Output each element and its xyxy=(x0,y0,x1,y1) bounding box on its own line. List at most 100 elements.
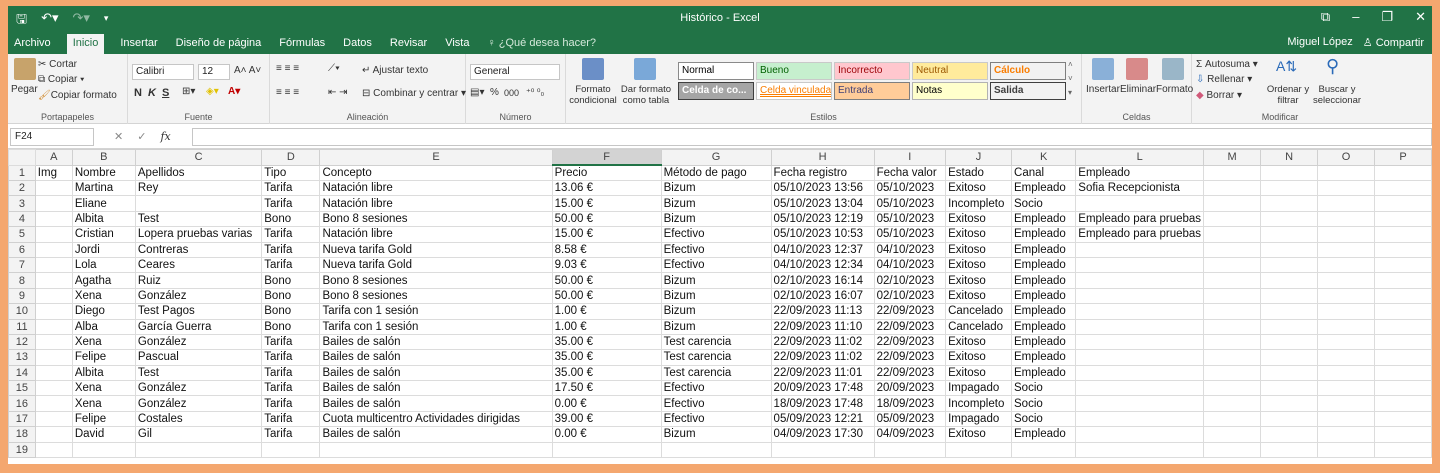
cell-j12[interactable]: Exitoso xyxy=(945,333,1013,351)
cell-d1[interactable]: Tipo xyxy=(261,164,321,181)
cell-e9[interactable]: Bono 8 sesiones xyxy=(319,287,553,305)
font-color-icon[interactable]: A▾ xyxy=(228,86,240,97)
cell-e13[interactable]: Bailes de salón xyxy=(319,349,553,366)
cell-l12[interactable] xyxy=(1075,333,1205,351)
cell-p5[interactable] xyxy=(1374,226,1432,243)
cell-l9[interactable] xyxy=(1075,287,1205,305)
copy-button[interactable]: ⧉ Copiar ▾ xyxy=(38,74,84,85)
cell-h14[interactable]: 22/09/2023 11:01 xyxy=(770,364,875,382)
cell-i3[interactable]: 05/10/2023 xyxy=(873,195,947,212)
user-name[interactable]: Miguel López xyxy=(1287,36,1352,49)
cell-i14[interactable]: 22/09/2023 xyxy=(873,364,947,382)
cell-p18[interactable] xyxy=(1374,426,1432,443)
cell-b7[interactable]: Lola xyxy=(71,256,136,274)
tab-datos[interactable]: Datos xyxy=(341,36,374,54)
cell-p17[interactable] xyxy=(1374,410,1432,428)
column-header-g[interactable]: G xyxy=(660,149,772,166)
thousands-button[interactable]: 000 xyxy=(504,88,519,98)
cell-k14[interactable]: Empleado xyxy=(1011,364,1077,382)
cell-e7[interactable]: Nueva tarifa Gold xyxy=(319,256,553,274)
format-painter-button[interactable]: 🖌Copiar formato xyxy=(38,90,117,101)
cell-e5[interactable]: Natación libre xyxy=(319,226,553,243)
cell-c16[interactable]: González xyxy=(134,395,263,412)
find-select-button[interactable]: Buscar y seleccionar xyxy=(1308,84,1366,106)
row-header[interactable]: 10 xyxy=(8,303,36,320)
cell-c15[interactable]: González xyxy=(134,380,263,397)
cell-k19[interactable] xyxy=(1011,441,1077,459)
cell-g13[interactable]: Test carencia xyxy=(660,349,772,366)
cell-p9[interactable] xyxy=(1374,287,1432,305)
cell-o19[interactable] xyxy=(1317,441,1376,459)
cell-g2[interactable]: Bizum xyxy=(660,179,772,197)
row-header[interactable]: 5 xyxy=(8,226,36,243)
cell-c11[interactable]: García Guerra xyxy=(134,318,263,335)
cell-h10[interactable]: 22/09/2023 11:13 xyxy=(770,303,875,320)
row-header[interactable]: 11 xyxy=(8,318,36,335)
name-box[interactable]: F24 xyxy=(10,128,94,146)
cell-o15[interactable] xyxy=(1317,380,1376,397)
cell-g11[interactable]: Bizum xyxy=(660,318,772,335)
cell-g15[interactable]: Efectivo xyxy=(660,380,772,397)
cell-g19[interactable] xyxy=(660,441,772,459)
cell-k15[interactable]: Socio xyxy=(1011,380,1077,397)
cell-d3[interactable]: Tarifa xyxy=(261,195,321,212)
cell-e15[interactable]: Bailes de salón xyxy=(319,380,553,397)
cell-d2[interactable]: Tarifa xyxy=(261,179,321,197)
cell-l13[interactable] xyxy=(1075,349,1205,366)
cell-c5[interactable]: Lopera pruebas varias xyxy=(134,226,263,243)
cell-k16[interactable]: Socio xyxy=(1011,395,1077,412)
cell-h9[interactable]: 02/10/2023 16:07 xyxy=(770,287,875,305)
cell-style-celda-vinculada[interactable]: Celda vinculada xyxy=(756,82,832,100)
cell-f14[interactable]: 35.00 € xyxy=(551,364,662,382)
cell-h8[interactable]: 02/10/2023 16:14 xyxy=(770,272,875,289)
cell-h5[interactable]: 05/10/2023 10:53 xyxy=(770,226,875,243)
cell-i9[interactable]: 02/10/2023 xyxy=(873,287,947,305)
cell-e4[interactable]: Bono 8 sesiones xyxy=(319,210,553,228)
cell-e6[interactable]: Nueva tarifa Gold xyxy=(319,241,553,258)
cell-a15[interactable] xyxy=(34,380,73,397)
cancel-icon[interactable]: ✕ xyxy=(114,130,123,143)
cell-f17[interactable]: 39.00 € xyxy=(551,410,662,428)
cell-h3[interactable]: 05/10/2023 13:04 xyxy=(770,195,875,212)
cell-d10[interactable]: Bono xyxy=(261,303,321,320)
cell-n18[interactable] xyxy=(1260,426,1319,443)
cell-f19[interactable] xyxy=(551,441,662,459)
column-header-i[interactable]: I xyxy=(873,149,947,166)
cell-d19[interactable] xyxy=(261,441,321,459)
cell-k9[interactable]: Empleado xyxy=(1011,287,1077,305)
cell-l17[interactable] xyxy=(1075,410,1205,428)
tab-vista[interactable]: Vista xyxy=(443,36,471,54)
bold-button[interactable]: N xyxy=(134,87,142,99)
fill-color-icon[interactable]: ◈▾ xyxy=(206,86,219,97)
row-header[interactable]: 17 xyxy=(8,410,36,428)
insert-function-button[interactable]: fx xyxy=(160,130,170,143)
cell-d13[interactable]: Tarifa xyxy=(261,349,321,366)
row-header[interactable]: 15 xyxy=(8,380,36,397)
cell-l3[interactable] xyxy=(1075,195,1205,212)
cell-h11[interactable]: 22/09/2023 11:10 xyxy=(770,318,875,335)
cell-m17[interactable] xyxy=(1203,410,1262,428)
column-header-l[interactable]: L xyxy=(1075,149,1205,166)
cell-g14[interactable]: Test carencia xyxy=(660,364,772,382)
cell-b16[interactable]: Xena xyxy=(71,395,136,412)
cell-n14[interactable] xyxy=(1260,364,1319,382)
cell-i4[interactable]: 05/10/2023 xyxy=(873,210,947,228)
cell-style-notas[interactable]: Notas xyxy=(912,82,988,100)
column-header-j[interactable]: J xyxy=(945,149,1013,166)
column-header-k[interactable]: K xyxy=(1011,149,1077,166)
cell-style-salida[interactable]: Salida xyxy=(990,82,1066,100)
cell-e14[interactable]: Bailes de salón xyxy=(319,364,553,382)
cell-f9[interactable]: 50.00 € xyxy=(551,287,662,305)
cell-a10[interactable] xyxy=(34,303,73,320)
cell-p7[interactable] xyxy=(1374,256,1432,274)
cell-j18[interactable]: Exitoso xyxy=(945,426,1013,443)
cell-j14[interactable]: Exitoso xyxy=(945,364,1013,382)
cell-p16[interactable] xyxy=(1374,395,1432,412)
cell-k4[interactable]: Empleado xyxy=(1011,210,1077,228)
cell-i13[interactable]: 22/09/2023 xyxy=(873,349,947,366)
cell-c2[interactable]: Rey xyxy=(134,179,263,197)
insert-cells-icon[interactable] xyxy=(1092,58,1114,80)
cell-h19[interactable] xyxy=(770,441,875,459)
cell-p6[interactable] xyxy=(1374,241,1432,258)
cell-b12[interactable]: Xena xyxy=(71,333,136,351)
